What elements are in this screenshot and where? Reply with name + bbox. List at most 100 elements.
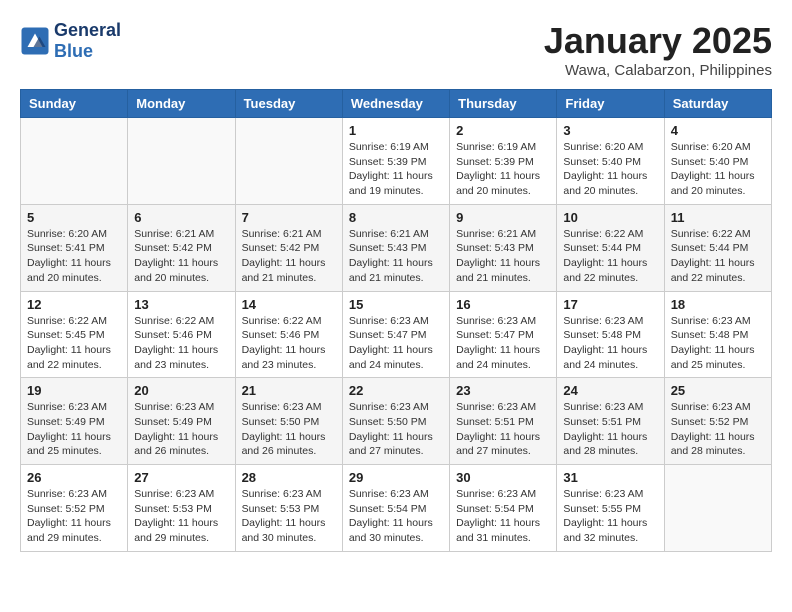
calendar-cell: 5 Sunrise: 6:20 AM Sunset: 5:41 PM Daylig… (21, 204, 128, 291)
calendar-cell: 6 Sunrise: 6:21 AM Sunset: 5:42 PM Daylig… (128, 204, 235, 291)
day-number: 24 (563, 383, 657, 398)
day-number: 26 (27, 470, 121, 485)
day-info: Sunrise: 6:19 AM Sunset: 5:39 PM Dayligh… (456, 140, 550, 199)
day-number: 23 (456, 383, 550, 398)
day-info: Sunrise: 6:23 AM Sunset: 5:51 PM Dayligh… (563, 400, 657, 459)
calendar-cell: 19 Sunrise: 6:23 AM Sunset: 5:49 PM Dayli… (21, 378, 128, 465)
location-subtitle: Wawa, Calabarzon, Philippines (544, 62, 772, 79)
calendar-cell: 14Sunrise: 6:22 AM Sunset: 5:46 PM Dayli… (235, 291, 342, 378)
calendar-cell (128, 118, 235, 205)
day-info: Sunrise: 6:19 AM Sunset: 5:39 PM Dayligh… (349, 140, 443, 199)
calendar-cell (664, 465, 771, 552)
weekday-header-thursday: Thursday (450, 90, 557, 118)
calendar-cell: 26 Sunrise: 6:23 AM Sunset: 5:52 PM Dayli… (21, 465, 128, 552)
day-info: Sunrise: 6:23 AM Sunset: 5:48 PM Dayligh… (563, 314, 657, 373)
calendar-cell: 23 Sunrise: 6:23 AM Sunset: 5:51 PM Dayli… (450, 378, 557, 465)
day-info: Sunrise: 6:22 AM Sunset: 5:45 PM Dayligh… (27, 314, 121, 373)
day-info: Sunrise: 6:22 AM Sunset: 5:46 PM Dayligh… (134, 314, 228, 373)
day-info: Sunrise: 6:22 AM Sunset: 5:44 PM Dayligh… (563, 227, 657, 286)
calendar-cell: 27 Sunrise: 6:23 AM Sunset: 5:53 PM Dayli… (128, 465, 235, 552)
calendar-cell: 25 Sunrise: 6:23 AM Sunset: 5:52 PM Dayli… (664, 378, 771, 465)
calendar-cell: 21Sunrise: 6:23 AM Sunset: 5:50 PM Dayli… (235, 378, 342, 465)
calendar-week-3: 12Sunrise: 6:22 AM Sunset: 5:45 PM Dayli… (21, 291, 772, 378)
day-number: 1 (349, 123, 443, 138)
day-number: 13 (134, 297, 228, 312)
day-info: Sunrise: 6:23 AM Sunset: 5:50 PM Dayligh… (242, 400, 336, 459)
day-info: Sunrise: 6:23 AM Sunset: 5:55 PM Dayligh… (563, 487, 657, 546)
day-number: 5 (27, 210, 121, 225)
day-info: Sunrise: 6:20 AM Sunset: 5:41 PM Dayligh… (27, 227, 121, 286)
day-number: 7 (242, 210, 336, 225)
day-number: 18 (671, 297, 765, 312)
day-number: 4 (671, 123, 765, 138)
weekday-header-monday: Monday (128, 90, 235, 118)
day-info: Sunrise: 6:23 AM Sunset: 5:52 PM Dayligh… (671, 400, 765, 459)
day-number: 2 (456, 123, 550, 138)
day-number: 27 (134, 470, 228, 485)
day-info: Sunrise: 6:23 AM Sunset: 5:47 PM Dayligh… (456, 314, 550, 373)
weekday-header-friday: Friday (557, 90, 664, 118)
day-info: Sunrise: 6:23 AM Sunset: 5:51 PM Dayligh… (456, 400, 550, 459)
calendar-cell: 11 Sunrise: 6:22 AM Sunset: 5:44 PM Dayli… (664, 204, 771, 291)
weekday-header-tuesday: Tuesday (235, 90, 342, 118)
calendar-cell: 1 Sunrise: 6:19 AM Sunset: 5:39 PM Daylig… (342, 118, 449, 205)
day-info: Sunrise: 6:23 AM Sunset: 5:53 PM Dayligh… (242, 487, 336, 546)
calendar-cell: 9 Sunrise: 6:21 AM Sunset: 5:43 PM Daylig… (450, 204, 557, 291)
calendar-week-1: 1 Sunrise: 6:19 AM Sunset: 5:39 PM Daylig… (21, 118, 772, 205)
calendar-cell: 31 Sunrise: 6:23 AM Sunset: 5:55 PM Dayli… (557, 465, 664, 552)
day-info: Sunrise: 6:20 AM Sunset: 5:40 PM Dayligh… (563, 140, 657, 199)
day-number: 15 (349, 297, 443, 312)
page-header: General Blue January 2025 Wawa, Calabarz… (20, 20, 772, 79)
day-number: 19 (27, 383, 121, 398)
calendar-table: SundayMondayTuesdayWednesdayThursdayFrid… (20, 89, 772, 552)
calendar-cell: 16Sunrise: 6:23 AM Sunset: 5:47 PM Dayli… (450, 291, 557, 378)
day-info: Sunrise: 6:23 AM Sunset: 5:52 PM Dayligh… (27, 487, 121, 546)
logo-line2: Blue (54, 41, 121, 62)
day-number: 20 (134, 383, 228, 398)
calendar-week-4: 19 Sunrise: 6:23 AM Sunset: 5:49 PM Dayli… (21, 378, 772, 465)
calendar-week-2: 5 Sunrise: 6:20 AM Sunset: 5:41 PM Daylig… (21, 204, 772, 291)
day-info: Sunrise: 6:23 AM Sunset: 5:54 PM Dayligh… (456, 487, 550, 546)
day-number: 6 (134, 210, 228, 225)
day-number: 31 (563, 470, 657, 485)
calendar-cell: 4Sunrise: 6:20 AM Sunset: 5:40 PM Daylig… (664, 118, 771, 205)
weekday-header-wednesday: Wednesday (342, 90, 449, 118)
calendar-cell: 10 Sunrise: 6:22 AM Sunset: 5:44 PM Dayli… (557, 204, 664, 291)
weekday-header-sunday: Sunday (21, 90, 128, 118)
calendar-cell (21, 118, 128, 205)
day-info: Sunrise: 6:23 AM Sunset: 5:49 PM Dayligh… (27, 400, 121, 459)
day-info: Sunrise: 6:21 AM Sunset: 5:43 PM Dayligh… (456, 227, 550, 286)
calendar-cell: 8Sunrise: 6:21 AM Sunset: 5:43 PM Daylig… (342, 204, 449, 291)
day-info: Sunrise: 6:23 AM Sunset: 5:54 PM Dayligh… (349, 487, 443, 546)
day-number: 10 (563, 210, 657, 225)
calendar-cell: 30Sunrise: 6:23 AM Sunset: 5:54 PM Dayli… (450, 465, 557, 552)
calendar-cell: 28Sunrise: 6:23 AM Sunset: 5:53 PM Dayli… (235, 465, 342, 552)
calendar-cell: 3Sunrise: 6:20 AM Sunset: 5:40 PM Daylig… (557, 118, 664, 205)
day-info: Sunrise: 6:21 AM Sunset: 5:43 PM Dayligh… (349, 227, 443, 286)
day-info: Sunrise: 6:23 AM Sunset: 5:53 PM Dayligh… (134, 487, 228, 546)
calendar-week-5: 26 Sunrise: 6:23 AM Sunset: 5:52 PM Dayli… (21, 465, 772, 552)
calendar-cell: 7Sunrise: 6:21 AM Sunset: 5:42 PM Daylig… (235, 204, 342, 291)
day-number: 11 (671, 210, 765, 225)
day-info: Sunrise: 6:23 AM Sunset: 5:47 PM Dayligh… (349, 314, 443, 373)
logo-line1: General (54, 20, 121, 41)
calendar-cell: 24 Sunrise: 6:23 AM Sunset: 5:51 PM Dayli… (557, 378, 664, 465)
day-info: Sunrise: 6:21 AM Sunset: 5:42 PM Dayligh… (134, 227, 228, 286)
calendar-cell: 29 Sunrise: 6:23 AM Sunset: 5:54 PM Dayli… (342, 465, 449, 552)
calendar-cell: 12Sunrise: 6:22 AM Sunset: 5:45 PM Dayli… (21, 291, 128, 378)
title-block: January 2025 Wawa, Calabarzon, Philippin… (544, 20, 772, 79)
calendar-cell: 20 Sunrise: 6:23 AM Sunset: 5:49 PM Dayli… (128, 378, 235, 465)
day-number: 14 (242, 297, 336, 312)
calendar-cell: 18Sunrise: 6:23 AM Sunset: 5:48 PM Dayli… (664, 291, 771, 378)
day-number: 25 (671, 383, 765, 398)
day-number: 9 (456, 210, 550, 225)
day-info: Sunrise: 6:22 AM Sunset: 5:44 PM Dayligh… (671, 227, 765, 286)
calendar-cell: 17 Sunrise: 6:23 AM Sunset: 5:48 PM Dayli… (557, 291, 664, 378)
day-info: Sunrise: 6:23 AM Sunset: 5:49 PM Dayligh… (134, 400, 228, 459)
logo: General Blue (20, 20, 121, 62)
day-number: 17 (563, 297, 657, 312)
day-number: 29 (349, 470, 443, 485)
month-title: January 2025 (544, 20, 772, 62)
logo-icon (20, 26, 50, 56)
calendar-cell: 15 Sunrise: 6:23 AM Sunset: 5:47 PM Dayli… (342, 291, 449, 378)
